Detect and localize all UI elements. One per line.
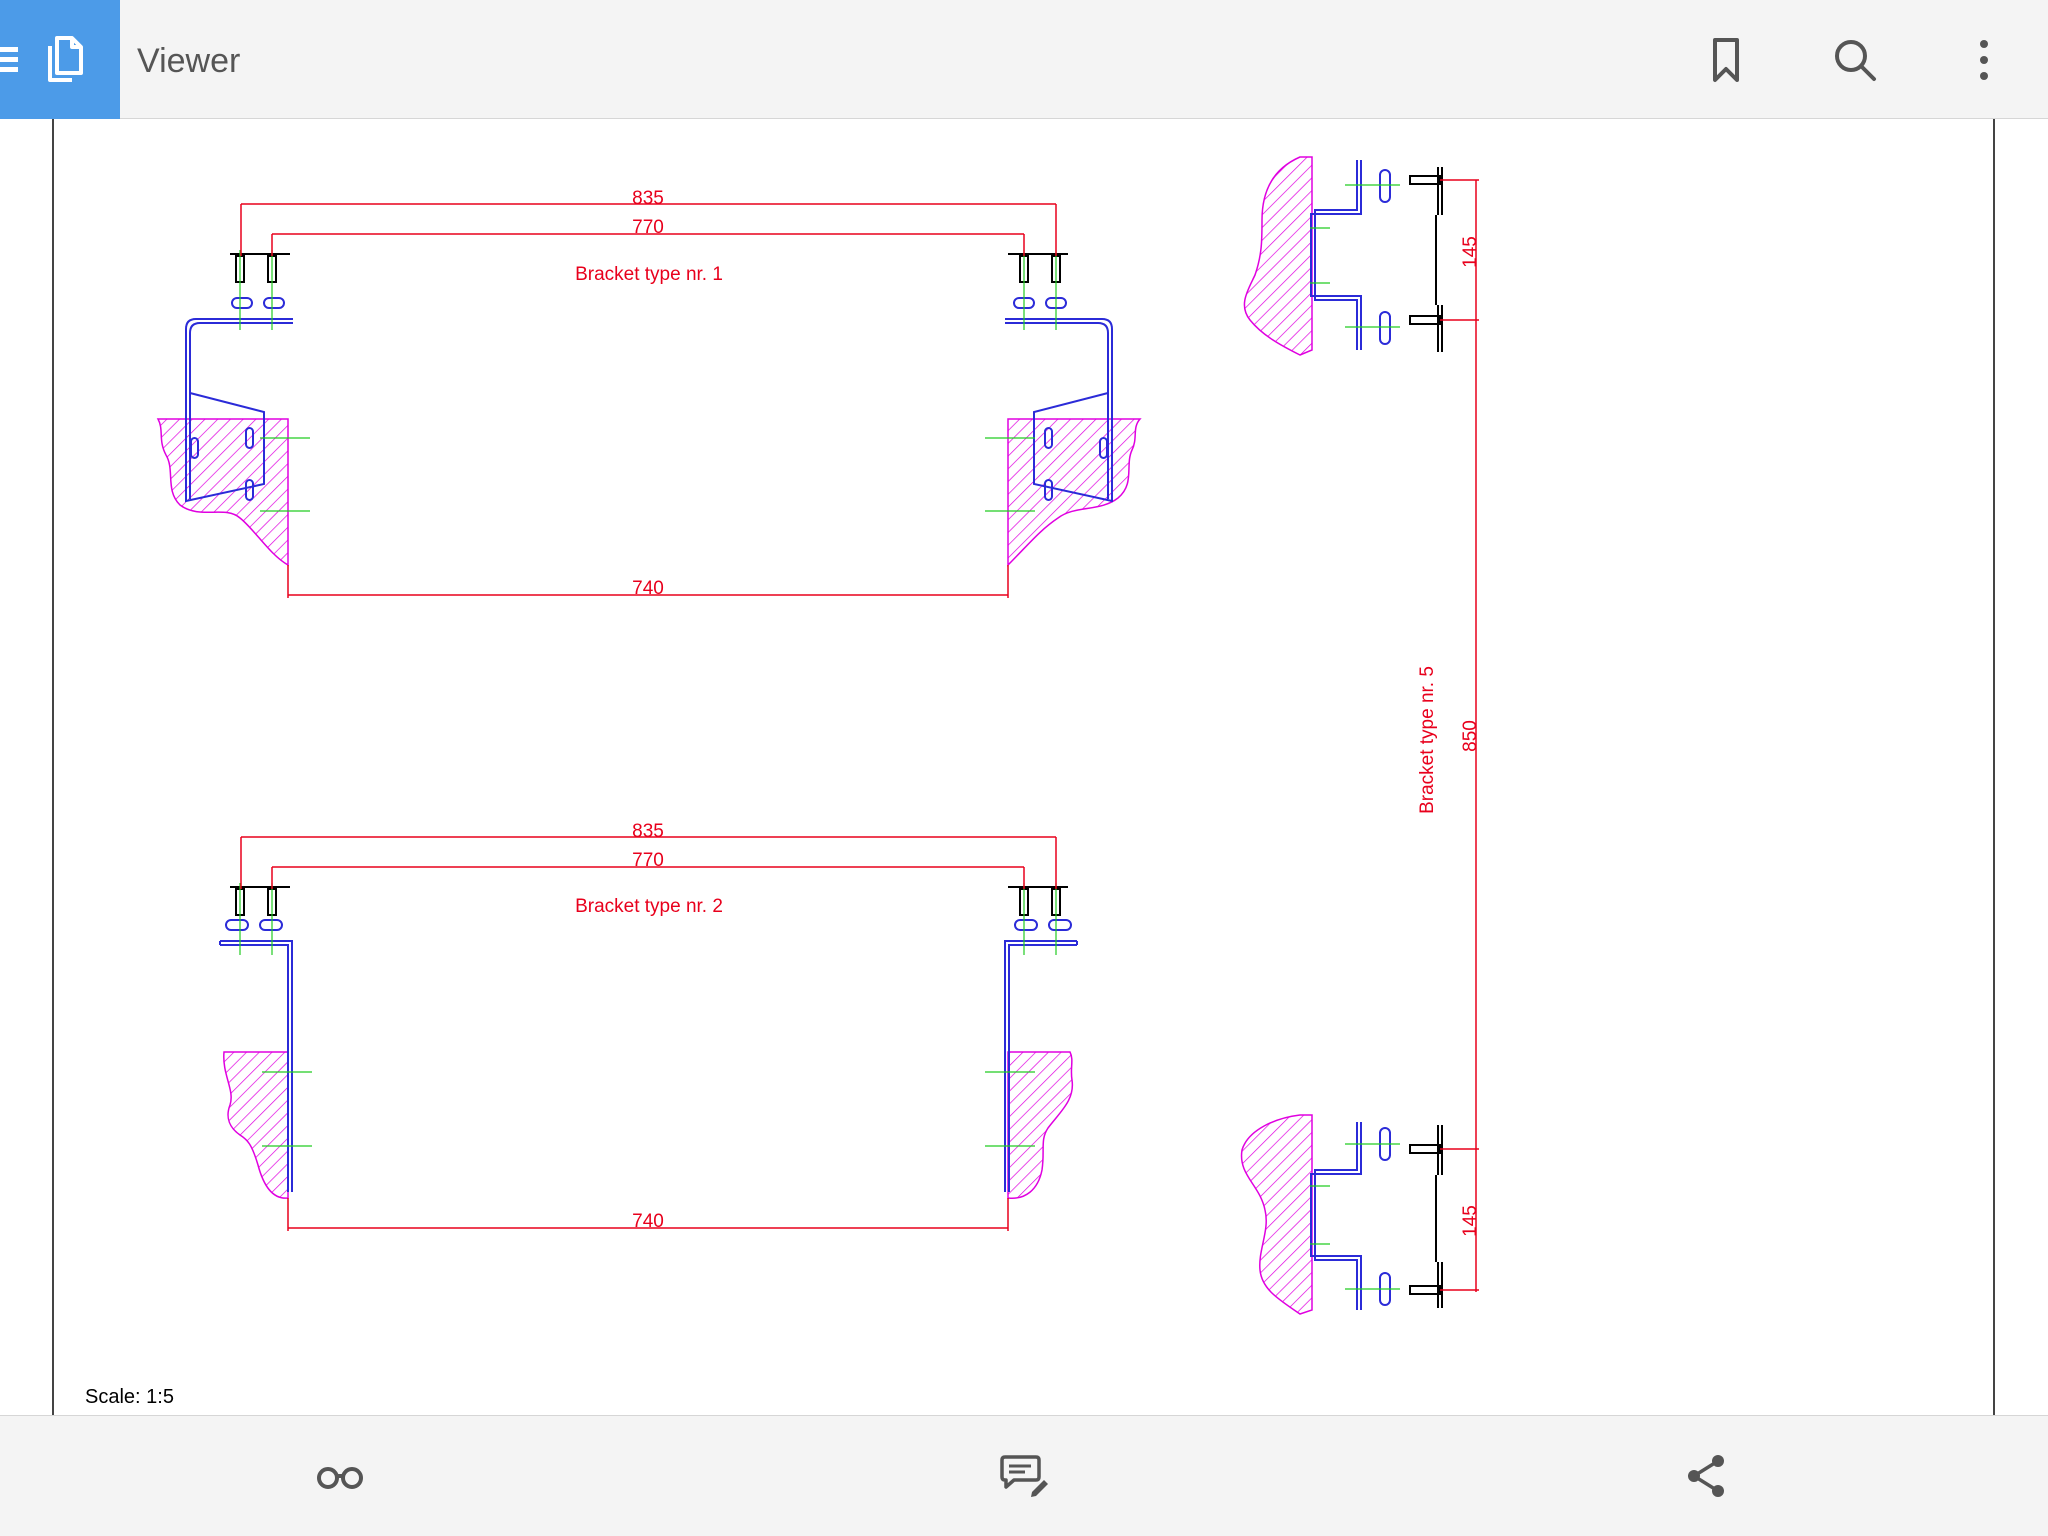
dim-740-bracket2: 740 (632, 1211, 664, 1232)
drawing-scale: Scale: 1:5 (85, 1386, 174, 1408)
bracket-type-1-label: Bracket type nr. 1 (575, 264, 723, 285)
bracket-type-1-drawing: 835 770 740 Bracket type nr. 1 (156, 188, 1142, 599)
dim-835-bracket1: 835 (632, 188, 664, 209)
dim-850-bracket5: 850 (1460, 720, 1481, 752)
share-icon (1688, 1455, 1724, 1497)
more-vertical-icon (1980, 40, 1988, 80)
comment-button[interactable] (994, 1446, 1054, 1506)
glasses-icon (317, 1467, 363, 1489)
bracket-type-2-drawing: 835 770 740 Bracket type nr. 2 (219, 821, 1078, 1232)
bookmark-button[interactable] (1696, 30, 1756, 90)
hamburger-icon (0, 47, 18, 72)
dim-770-bracket1: 770 (632, 217, 664, 238)
search-icon (1835, 40, 1876, 81)
share-button[interactable] (1676, 1446, 1736, 1506)
navigation-button[interactable] (0, 0, 120, 119)
bottom-toolbar (0, 1415, 2048, 1536)
bookmark-icon (1713, 38, 1739, 82)
documents-icon (48, 36, 83, 82)
bracket-type-5-drawing: 145 850 145 Bracket type nr. 5 (1240, 156, 1481, 1315)
technical-drawing: 835 770 740 Bracket type nr. 1 835 770 7… (156, 156, 1481, 1315)
more-options-button[interactable] (1954, 30, 2014, 90)
dim-145-top-bracket5: 145 (1460, 236, 1481, 268)
dim-770-bracket2: 770 (632, 850, 664, 871)
comment-edit-icon (1000, 1455, 1048, 1497)
search-button[interactable] (1825, 30, 1885, 90)
reading-mode-button[interactable] (310, 1446, 370, 1506)
dim-835-bracket2: 835 (632, 821, 664, 842)
top-app-bar: Viewer (0, 0, 2048, 119)
dim-740-bracket1: 740 (632, 578, 664, 599)
bracket-type-2-label: Bracket type nr. 2 (575, 896, 723, 917)
dim-145-bottom-bracket5: 145 (1460, 1205, 1481, 1237)
bracket-type-5-label: Bracket type nr. 5 (1417, 666, 1438, 814)
document-page[interactable]: 835 770 740 Bracket type nr. 1 835 770 7… (0, 119, 2048, 1415)
app-title: Viewer (137, 42, 241, 80)
